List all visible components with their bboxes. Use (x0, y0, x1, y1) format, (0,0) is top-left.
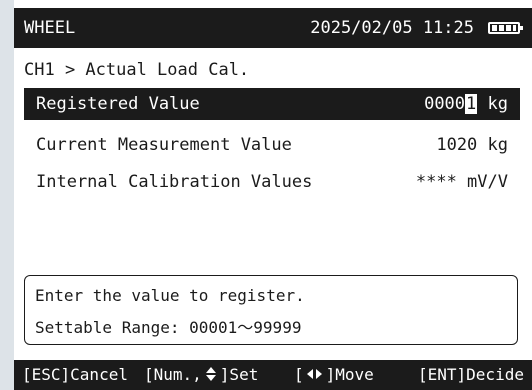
esc-cancel-hint[interactable]: [ESC]Cancel (22, 360, 128, 390)
row-internal-calibration[interactable]: Internal Calibration Values **** mV/V (24, 166, 520, 198)
datetime: 2025/02/05 11:25 (310, 18, 474, 38)
num-set-prefix: [Num., (144, 365, 202, 384)
row-current-measurement[interactable]: Current Measurement Value 1020 kg (24, 129, 520, 161)
num-set-suffix: ]Set (219, 365, 259, 384)
move-suffix: ]Move (325, 365, 374, 384)
device-frame: WHEEL 2025/02/05 11:25 CH1 > Actual Load… (0, 0, 532, 390)
current-measurement-value: 1020 kg (436, 135, 508, 155)
message-line-2: Settable Range: 00001～99999 (35, 318, 302, 337)
row-registered-value[interactable]: Registered Value 00001 kg (24, 88, 520, 120)
registered-value-label: Registered Value (36, 94, 200, 114)
current-measurement-label: Current Measurement Value (36, 135, 292, 155)
value-unit: kg (477, 94, 508, 114)
key-guide-bar: [ESC]Cancel [Num., ]Set [ ]Move [ENT]Decid… (14, 360, 532, 390)
left-right-arrows-icon (306, 366, 324, 382)
internal-calibration-label: Internal Calibration Values (36, 172, 313, 192)
message-box: Enter the value to register. Settable Ra… (24, 275, 518, 345)
status-bar: WHEEL 2025/02/05 11:25 (14, 8, 532, 48)
move-hint[interactable]: [ ]Move (294, 360, 374, 390)
message-line-1: Enter the value to register. (35, 286, 305, 305)
lcd-screen: WHEEL 2025/02/05 11:25 CH1 > Actual Load… (14, 0, 532, 390)
num-set-hint[interactable]: [Num., ]Set (144, 360, 258, 390)
up-down-arrows-icon (204, 366, 218, 382)
battery-full-icon (488, 22, 523, 34)
app-name: WHEEL (24, 18, 76, 38)
breadcrumb: CH1 > Actual Load Cal. (24, 60, 250, 80)
registered-value-field[interactable]: 00001 kg (424, 88, 508, 120)
value-digits: 0000 (424, 94, 466, 114)
edit-cursor-digit[interactable]: 1 (465, 94, 478, 114)
move-prefix: [ (294, 365, 304, 384)
internal-calibration-value: **** mV/V (415, 172, 508, 192)
ent-decide-hint[interactable]: [ENT]Decide (418, 360, 524, 390)
